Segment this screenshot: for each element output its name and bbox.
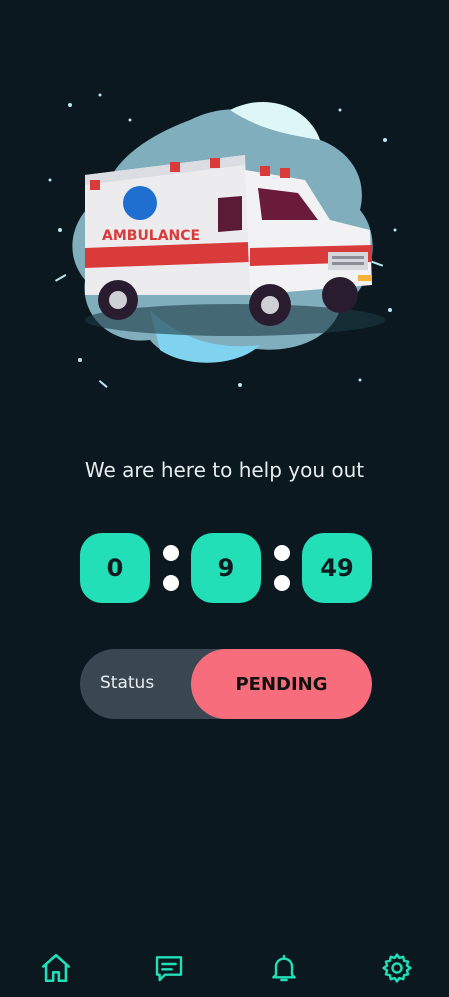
nav-chat-button[interactable] bbox=[149, 950, 189, 990]
status-toggle[interactable]: Status PENDING bbox=[80, 649, 372, 719]
bell-icon bbox=[268, 952, 300, 988]
timer-minutes: 9 bbox=[191, 533, 261, 603]
gear-icon bbox=[380, 951, 414, 989]
screen: AMBULANCE We are here to help you out 0 … bbox=[0, 0, 449, 997]
countdown-timer: 0 9 49 bbox=[80, 533, 372, 605]
status-label: Status bbox=[100, 673, 155, 693]
timer-colon bbox=[163, 545, 179, 593]
nav-notifications-button[interactable] bbox=[264, 950, 304, 990]
timer-seconds: 49 bbox=[302, 533, 372, 603]
bottom-nav bbox=[0, 950, 449, 997]
timer-hours: 0 bbox=[80, 533, 150, 603]
chat-icon bbox=[153, 952, 185, 988]
status-badge: PENDING bbox=[191, 649, 372, 719]
ambulance-text: AMBULANCE bbox=[102, 228, 200, 244]
timer-colon bbox=[274, 545, 290, 593]
tagline: We are here to help you out bbox=[84, 458, 365, 482]
nav-home-button[interactable] bbox=[36, 950, 76, 990]
home-icon bbox=[39, 951, 73, 989]
nav-settings-button[interactable] bbox=[377, 950, 417, 990]
ambulance-illustration: AMBULANCE bbox=[40, 80, 410, 400]
